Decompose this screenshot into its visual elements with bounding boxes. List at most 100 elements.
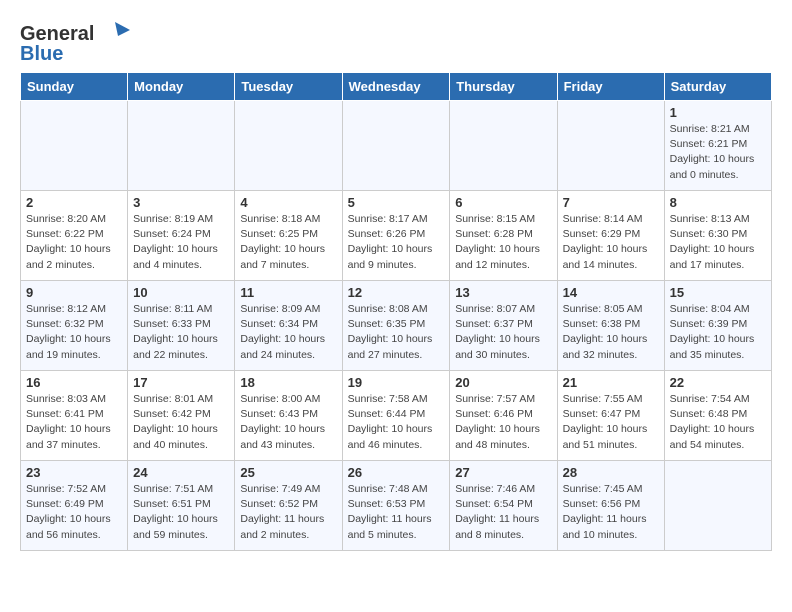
day-info: Sunrise: 8:18 AM Sunset: 6:25 PM Dayligh… xyxy=(240,212,336,273)
day-number: 20 xyxy=(455,375,551,390)
header: General Blue xyxy=(20,20,772,64)
day-info: Sunrise: 8:01 AM Sunset: 6:42 PM Dayligh… xyxy=(133,392,229,453)
calendar-cell xyxy=(664,461,771,551)
calendar-week-4: 16 Sunrise: 8:03 AM Sunset: 6:41 PM Dayli… xyxy=(21,371,772,461)
calendar-cell: 1 Sunrise: 8:21 AM Sunset: 6:21 PM Daylig… xyxy=(664,101,771,191)
calendar-cell xyxy=(450,101,557,191)
day-number: 15 xyxy=(670,285,766,300)
calendar-cell: 14 Sunrise: 8:05 AM Sunset: 6:38 PM Dayli… xyxy=(557,281,664,371)
day-info: Sunrise: 8:09 AM Sunset: 6:34 PM Dayligh… xyxy=(240,302,336,363)
day-info: Sunrise: 7:45 AM Sunset: 6:56 PM Dayligh… xyxy=(563,482,659,543)
day-info: Sunrise: 7:58 AM Sunset: 6:44 PM Dayligh… xyxy=(348,392,445,453)
day-number: 7 xyxy=(563,195,659,210)
calendar-cell: 9 Sunrise: 8:12 AM Sunset: 6:32 PM Daylig… xyxy=(21,281,128,371)
calendar-cell: 7 Sunrise: 8:14 AM Sunset: 6:29 PM Daylig… xyxy=(557,191,664,281)
day-number: 8 xyxy=(670,195,766,210)
weekday-header-friday: Friday xyxy=(557,73,664,101)
day-info: Sunrise: 7:57 AM Sunset: 6:46 PM Dayligh… xyxy=(455,392,551,453)
day-info: Sunrise: 8:08 AM Sunset: 6:35 PM Dayligh… xyxy=(348,302,445,363)
calendar-cell: 16 Sunrise: 8:03 AM Sunset: 6:41 PM Dayli… xyxy=(21,371,128,461)
day-info: Sunrise: 8:13 AM Sunset: 6:30 PM Dayligh… xyxy=(670,212,766,273)
day-number: 6 xyxy=(455,195,551,210)
calendar-cell: 11 Sunrise: 8:09 AM Sunset: 6:34 PM Dayli… xyxy=(235,281,342,371)
weekday-header-saturday: Saturday xyxy=(664,73,771,101)
calendar-cell: 22 Sunrise: 7:54 AM Sunset: 6:48 PM Dayli… xyxy=(664,371,771,461)
calendar-cell: 8 Sunrise: 8:13 AM Sunset: 6:30 PM Daylig… xyxy=(664,191,771,281)
day-number: 18 xyxy=(240,375,336,390)
calendar-cell: 21 Sunrise: 7:55 AM Sunset: 6:47 PM Dayli… xyxy=(557,371,664,461)
svg-text:Blue: Blue xyxy=(20,43,63,64)
weekday-header-thursday: Thursday xyxy=(450,73,557,101)
calendar-cell: 2Sunrise: 8:20 AM Sunset: 6:22 PM Daylig… xyxy=(21,191,128,281)
calendar-cell xyxy=(342,101,450,191)
calendar-table: SundayMondayTuesdayWednesdayThursdayFrid… xyxy=(20,72,772,551)
day-number: 3 xyxy=(133,195,229,210)
day-info: Sunrise: 7:54 AM Sunset: 6:48 PM Dayligh… xyxy=(670,392,766,453)
day-number: 25 xyxy=(240,465,336,480)
calendar-week-5: 23 Sunrise: 7:52 AM Sunset: 6:49 PM Dayli… xyxy=(21,461,772,551)
calendar-cell: 10Sunrise: 8:11 AM Sunset: 6:33 PM Dayli… xyxy=(128,281,235,371)
logo-svg: General Blue xyxy=(20,20,130,64)
calendar-cell: 23 Sunrise: 7:52 AM Sunset: 6:49 PM Dayli… xyxy=(21,461,128,551)
day-info: Sunrise: 8:14 AM Sunset: 6:29 PM Dayligh… xyxy=(563,212,659,273)
day-info: Sunrise: 8:19 AM Sunset: 6:24 PM Dayligh… xyxy=(133,212,229,273)
calendar-cell xyxy=(557,101,664,191)
day-number: 11 xyxy=(240,285,336,300)
day-number: 17 xyxy=(133,375,229,390)
day-number: 14 xyxy=(563,285,659,300)
calendar-cell: 20 Sunrise: 7:57 AM Sunset: 6:46 PM Dayli… xyxy=(450,371,557,461)
calendar-cell: 15 Sunrise: 8:04 AM Sunset: 6:39 PM Dayli… xyxy=(664,281,771,371)
weekday-header-tuesday: Tuesday xyxy=(235,73,342,101)
page-container: General Blue SundayMondayTuesdayWednesda… xyxy=(0,0,792,561)
calendar-cell: 27 Sunrise: 7:46 AM Sunset: 6:54 PM Dayli… xyxy=(450,461,557,551)
weekday-header-wednesday: Wednesday xyxy=(342,73,450,101)
weekday-header-monday: Monday xyxy=(128,73,235,101)
day-info: Sunrise: 8:03 AM Sunset: 6:41 PM Dayligh… xyxy=(26,392,122,453)
day-info: Sunrise: 7:51 AM Sunset: 6:51 PM Dayligh… xyxy=(133,482,229,543)
calendar-cell: 4 Sunrise: 8:18 AM Sunset: 6:25 PM Daylig… xyxy=(235,191,342,281)
day-number: 26 xyxy=(348,465,445,480)
calendar-header-row: SundayMondayTuesdayWednesdayThursdayFrid… xyxy=(21,73,772,101)
calendar-cell: 17 Sunrise: 8:01 AM Sunset: 6:42 PM Dayli… xyxy=(128,371,235,461)
day-info: Sunrise: 8:15 AM Sunset: 6:28 PM Dayligh… xyxy=(455,212,551,273)
calendar-cell: 26Sunrise: 7:48 AM Sunset: 6:53 PM Dayli… xyxy=(342,461,450,551)
calendar-cell: 12 Sunrise: 8:08 AM Sunset: 6:35 PM Dayli… xyxy=(342,281,450,371)
day-number: 21 xyxy=(563,375,659,390)
day-number: 27 xyxy=(455,465,551,480)
day-info: Sunrise: 7:49 AM Sunset: 6:52 PM Dayligh… xyxy=(240,482,336,543)
day-info: Sunrise: 8:12 AM Sunset: 6:32 PM Dayligh… xyxy=(26,302,122,363)
day-info: Sunrise: 7:52 AM Sunset: 6:49 PM Dayligh… xyxy=(26,482,122,543)
day-info: Sunrise: 7:46 AM Sunset: 6:54 PM Dayligh… xyxy=(455,482,551,543)
svg-text:General: General xyxy=(20,23,94,45)
calendar-cell xyxy=(128,101,235,191)
logo: General Blue xyxy=(20,20,130,64)
day-info: Sunrise: 8:17 AM Sunset: 6:26 PM Dayligh… xyxy=(348,212,445,273)
day-number: 9 xyxy=(26,285,122,300)
day-info: Sunrise: 8:04 AM Sunset: 6:39 PM Dayligh… xyxy=(670,302,766,363)
day-info: Sunrise: 8:05 AM Sunset: 6:38 PM Dayligh… xyxy=(563,302,659,363)
day-number: 23 xyxy=(26,465,122,480)
day-number: 28 xyxy=(563,465,659,480)
day-number: 16 xyxy=(26,375,122,390)
day-number: 1 xyxy=(670,105,766,120)
day-number: 10 xyxy=(133,285,229,300)
day-info: Sunrise: 8:07 AM Sunset: 6:37 PM Dayligh… xyxy=(455,302,551,363)
weekday-header-sunday: Sunday xyxy=(21,73,128,101)
calendar-cell: 3 Sunrise: 8:19 AM Sunset: 6:24 PM Daylig… xyxy=(128,191,235,281)
calendar-cell: 19Sunrise: 7:58 AM Sunset: 6:44 PM Dayli… xyxy=(342,371,450,461)
day-number: 13 xyxy=(455,285,551,300)
day-info: Sunrise: 7:55 AM Sunset: 6:47 PM Dayligh… xyxy=(563,392,659,453)
calendar-cell: 5 Sunrise: 8:17 AM Sunset: 6:26 PM Daylig… xyxy=(342,191,450,281)
day-number: 12 xyxy=(348,285,445,300)
calendar-week-2: 2Sunrise: 8:20 AM Sunset: 6:22 PM Daylig… xyxy=(21,191,772,281)
day-number: 5 xyxy=(348,195,445,210)
calendar-cell: 6 Sunrise: 8:15 AM Sunset: 6:28 PM Daylig… xyxy=(450,191,557,281)
calendar-week-1: 1 Sunrise: 8:21 AM Sunset: 6:21 PM Daylig… xyxy=(21,101,772,191)
calendar-cell xyxy=(21,101,128,191)
day-info: Sunrise: 8:20 AM Sunset: 6:22 PM Dayligh… xyxy=(26,212,122,273)
day-number: 4 xyxy=(240,195,336,210)
calendar-cell: 13 Sunrise: 8:07 AM Sunset: 6:37 PM Dayli… xyxy=(450,281,557,371)
day-info: Sunrise: 8:21 AM Sunset: 6:21 PM Dayligh… xyxy=(670,122,766,183)
day-number: 22 xyxy=(670,375,766,390)
calendar-cell: 25 Sunrise: 7:49 AM Sunset: 6:52 PM Dayli… xyxy=(235,461,342,551)
